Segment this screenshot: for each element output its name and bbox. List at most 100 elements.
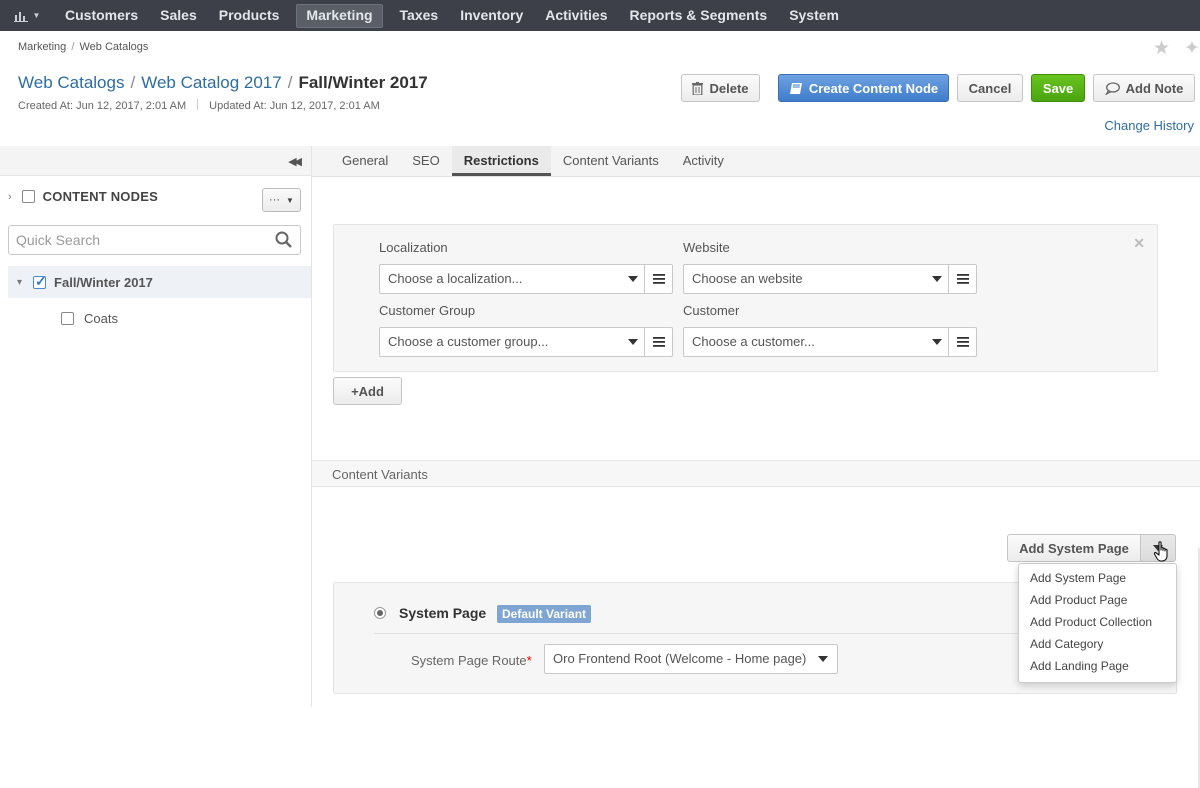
menu-item-add-product-collection[interactable]: Add Product Collection bbox=[1019, 614, 1176, 636]
localization-value: Choose a localization... bbox=[388, 271, 523, 286]
page-title: Web Catalogs / Web Catalog 2017 / Fall/Winte… bbox=[18, 73, 428, 93]
tree-actions-dropdown[interactable]: ··· ▼ bbox=[262, 188, 301, 212]
hand-cursor-icon bbox=[1153, 541, 1168, 562]
add-variant-dropdown-toggle[interactable] bbox=[1140, 534, 1176, 562]
cancel-button[interactable]: Cancel bbox=[957, 74, 1023, 102]
content-nodes-label: CONTENT NODES bbox=[42, 189, 158, 204]
caret-down-icon bbox=[622, 328, 644, 356]
star-icon[interactable]: ★ bbox=[1153, 37, 1170, 60]
create-content-node-label: Create Content Node bbox=[808, 80, 939, 96]
tab-seo[interactable]: SEO bbox=[400, 146, 451, 176]
comment-icon bbox=[1104, 81, 1120, 95]
menu-item-add-system-page[interactable]: Add System Page bbox=[1019, 570, 1176, 592]
content-tree-sidebar: ◀◀ › CONTENT NODES ··· ▼ ▾ Fall/Winter 2… bbox=[0, 146, 311, 707]
pin-icon[interactable]: ✦ bbox=[1184, 37, 1200, 60]
required-marker: * bbox=[526, 653, 532, 668]
title-link-web-catalogs[interactable]: Web Catalogs bbox=[18, 73, 124, 92]
create-content-node-button[interactable]: Create Content Node bbox=[778, 74, 949, 102]
add-variant-dropdown-menu: Add System Page Add Product Page Add Pro… bbox=[1018, 563, 1177, 683]
content-variants-title: Content Variants bbox=[332, 467, 428, 482]
variant-title: System Page bbox=[399, 605, 487, 621]
add-note-button[interactable]: Add Note bbox=[1093, 74, 1195, 102]
tree-node-checkbox[interactable] bbox=[61, 312, 74, 325]
change-history-link[interactable]: Change History bbox=[1104, 118, 1194, 133]
route-label-text: System Page Route bbox=[411, 653, 527, 668]
customer-value: Choose a customer... bbox=[692, 334, 815, 349]
book-icon bbox=[789, 82, 802, 94]
nav-taxes[interactable]: Taxes bbox=[389, 0, 450, 31]
default-variant-badge: Default Variant bbox=[497, 605, 592, 623]
nav-sales[interactable]: Sales bbox=[149, 0, 208, 31]
customer-group-select[interactable]: Choose a customer group... bbox=[379, 327, 673, 357]
search-icon[interactable] bbox=[275, 231, 292, 248]
tab-activity[interactable]: Activity bbox=[671, 146, 736, 176]
menu-item-add-category[interactable]: Add Category bbox=[1019, 636, 1176, 658]
localization-label: Localization bbox=[379, 240, 448, 255]
save-label: Save bbox=[1042, 80, 1074, 96]
chevron-right-icon[interactable]: › bbox=[8, 191, 12, 203]
localization-select[interactable]: Choose a localization... bbox=[379, 264, 673, 294]
breadcrumb: Marketing / Web Catalogs bbox=[18, 41, 148, 53]
breadcrumb-marketing[interactable]: Marketing bbox=[18, 41, 66, 53]
save-button[interactable]: Save bbox=[1031, 74, 1085, 102]
customer-group-label: Customer Group bbox=[379, 303, 476, 318]
nav-reports-segments[interactable]: Reports & Segments bbox=[618, 0, 778, 31]
trash-icon bbox=[692, 81, 704, 95]
top-navigation: ▼ Customers Sales Products Marketing Tax… bbox=[0, 0, 1200, 31]
menu-item-add-landing-page[interactable]: Add Landing Page bbox=[1019, 658, 1176, 680]
title-separator: / bbox=[287, 73, 293, 92]
website-label: Website bbox=[683, 240, 730, 255]
content-variants-section-header: Content Variants bbox=[312, 460, 1200, 487]
delete-label: Delete bbox=[709, 80, 749, 96]
quick-search-input[interactable] bbox=[9, 226, 259, 254]
quick-search-field bbox=[8, 225, 301, 255]
breadcrumb-web-catalogs[interactable]: Web Catalogs bbox=[79, 41, 148, 53]
title-link-web-catalog-2017[interactable]: Web Catalog 2017 bbox=[141, 73, 282, 92]
nav-marketing[interactable]: Marketing bbox=[296, 3, 383, 28]
nav-inventory[interactable]: Inventory bbox=[449, 0, 534, 31]
tree-node-fall-winter-2017[interactable]: ▾ Fall/Winter 2017 bbox=[8, 266, 311, 298]
customer-group-value: Choose a customer group... bbox=[388, 334, 549, 349]
collapse-sidebar-icon[interactable]: ◀◀ bbox=[288, 155, 302, 168]
customer-select[interactable]: Choose a customer... bbox=[683, 327, 977, 357]
dashboard-menu[interactable]: ▼ bbox=[0, 0, 54, 31]
hamburger-icon[interactable] bbox=[644, 328, 672, 356]
system-page-route-value: Oro Frontend Root (Welcome - Home page) bbox=[553, 651, 807, 666]
tree-node-label: Coats bbox=[84, 311, 118, 326]
title-separator: / bbox=[130, 73, 136, 92]
tab-restrictions[interactable]: Restrictions bbox=[451, 146, 551, 176]
tree-node-checkbox[interactable] bbox=[33, 273, 47, 290]
add-restriction-button[interactable]: +Add bbox=[333, 377, 402, 405]
caret-down-icon bbox=[622, 265, 644, 293]
nav-activities[interactable]: Activities bbox=[534, 0, 618, 31]
default-variant-radio[interactable] bbox=[374, 607, 386, 619]
tab-general[interactable]: General bbox=[330, 146, 400, 176]
hamburger-icon[interactable] bbox=[948, 265, 976, 293]
system-page-route-label: System Page Route* bbox=[411, 653, 532, 668]
add-system-page-button[interactable]: Add System Page bbox=[1007, 534, 1141, 562]
hamburger-icon[interactable] bbox=[948, 328, 976, 356]
customer-label: Customer bbox=[683, 303, 740, 318]
menu-item-add-product-page[interactable]: Add Product Page bbox=[1019, 592, 1176, 614]
cancel-label: Cancel bbox=[968, 80, 1012, 96]
hamburger-icon[interactable] bbox=[644, 265, 672, 293]
nav-customers[interactable]: Customers bbox=[54, 0, 149, 31]
select-all-checkbox[interactable] bbox=[21, 190, 35, 203]
caret-down-icon bbox=[926, 265, 948, 293]
content-nodes-header: › CONTENT NODES bbox=[8, 189, 158, 204]
restriction-row: ✕ Localization Choose a localization... … bbox=[333, 224, 1158, 372]
tab-bar: General SEO Restrictions Content Variant… bbox=[312, 146, 1200, 177]
bar-chart-icon bbox=[13, 11, 28, 22]
delete-button[interactable]: Delete bbox=[681, 74, 760, 102]
caret-down-icon: ▼ bbox=[286, 195, 294, 205]
chevron-down-icon[interactable]: ▾ bbox=[17, 277, 22, 288]
add-note-label: Add Note bbox=[1125, 80, 1184, 96]
tree-node-coats[interactable]: Coats bbox=[61, 311, 118, 326]
website-select[interactable]: Choose an website bbox=[683, 264, 977, 294]
breadcrumb-separator: / bbox=[71, 41, 75, 53]
tab-content-variants[interactable]: Content Variants bbox=[551, 146, 671, 176]
nav-system[interactable]: System bbox=[778, 0, 850, 31]
system-page-route-select[interactable]: Oro Frontend Root (Welcome - Home page) bbox=[544, 644, 838, 674]
close-icon[interactable]: ✕ bbox=[1133, 235, 1145, 252]
nav-products[interactable]: Products bbox=[208, 0, 291, 31]
